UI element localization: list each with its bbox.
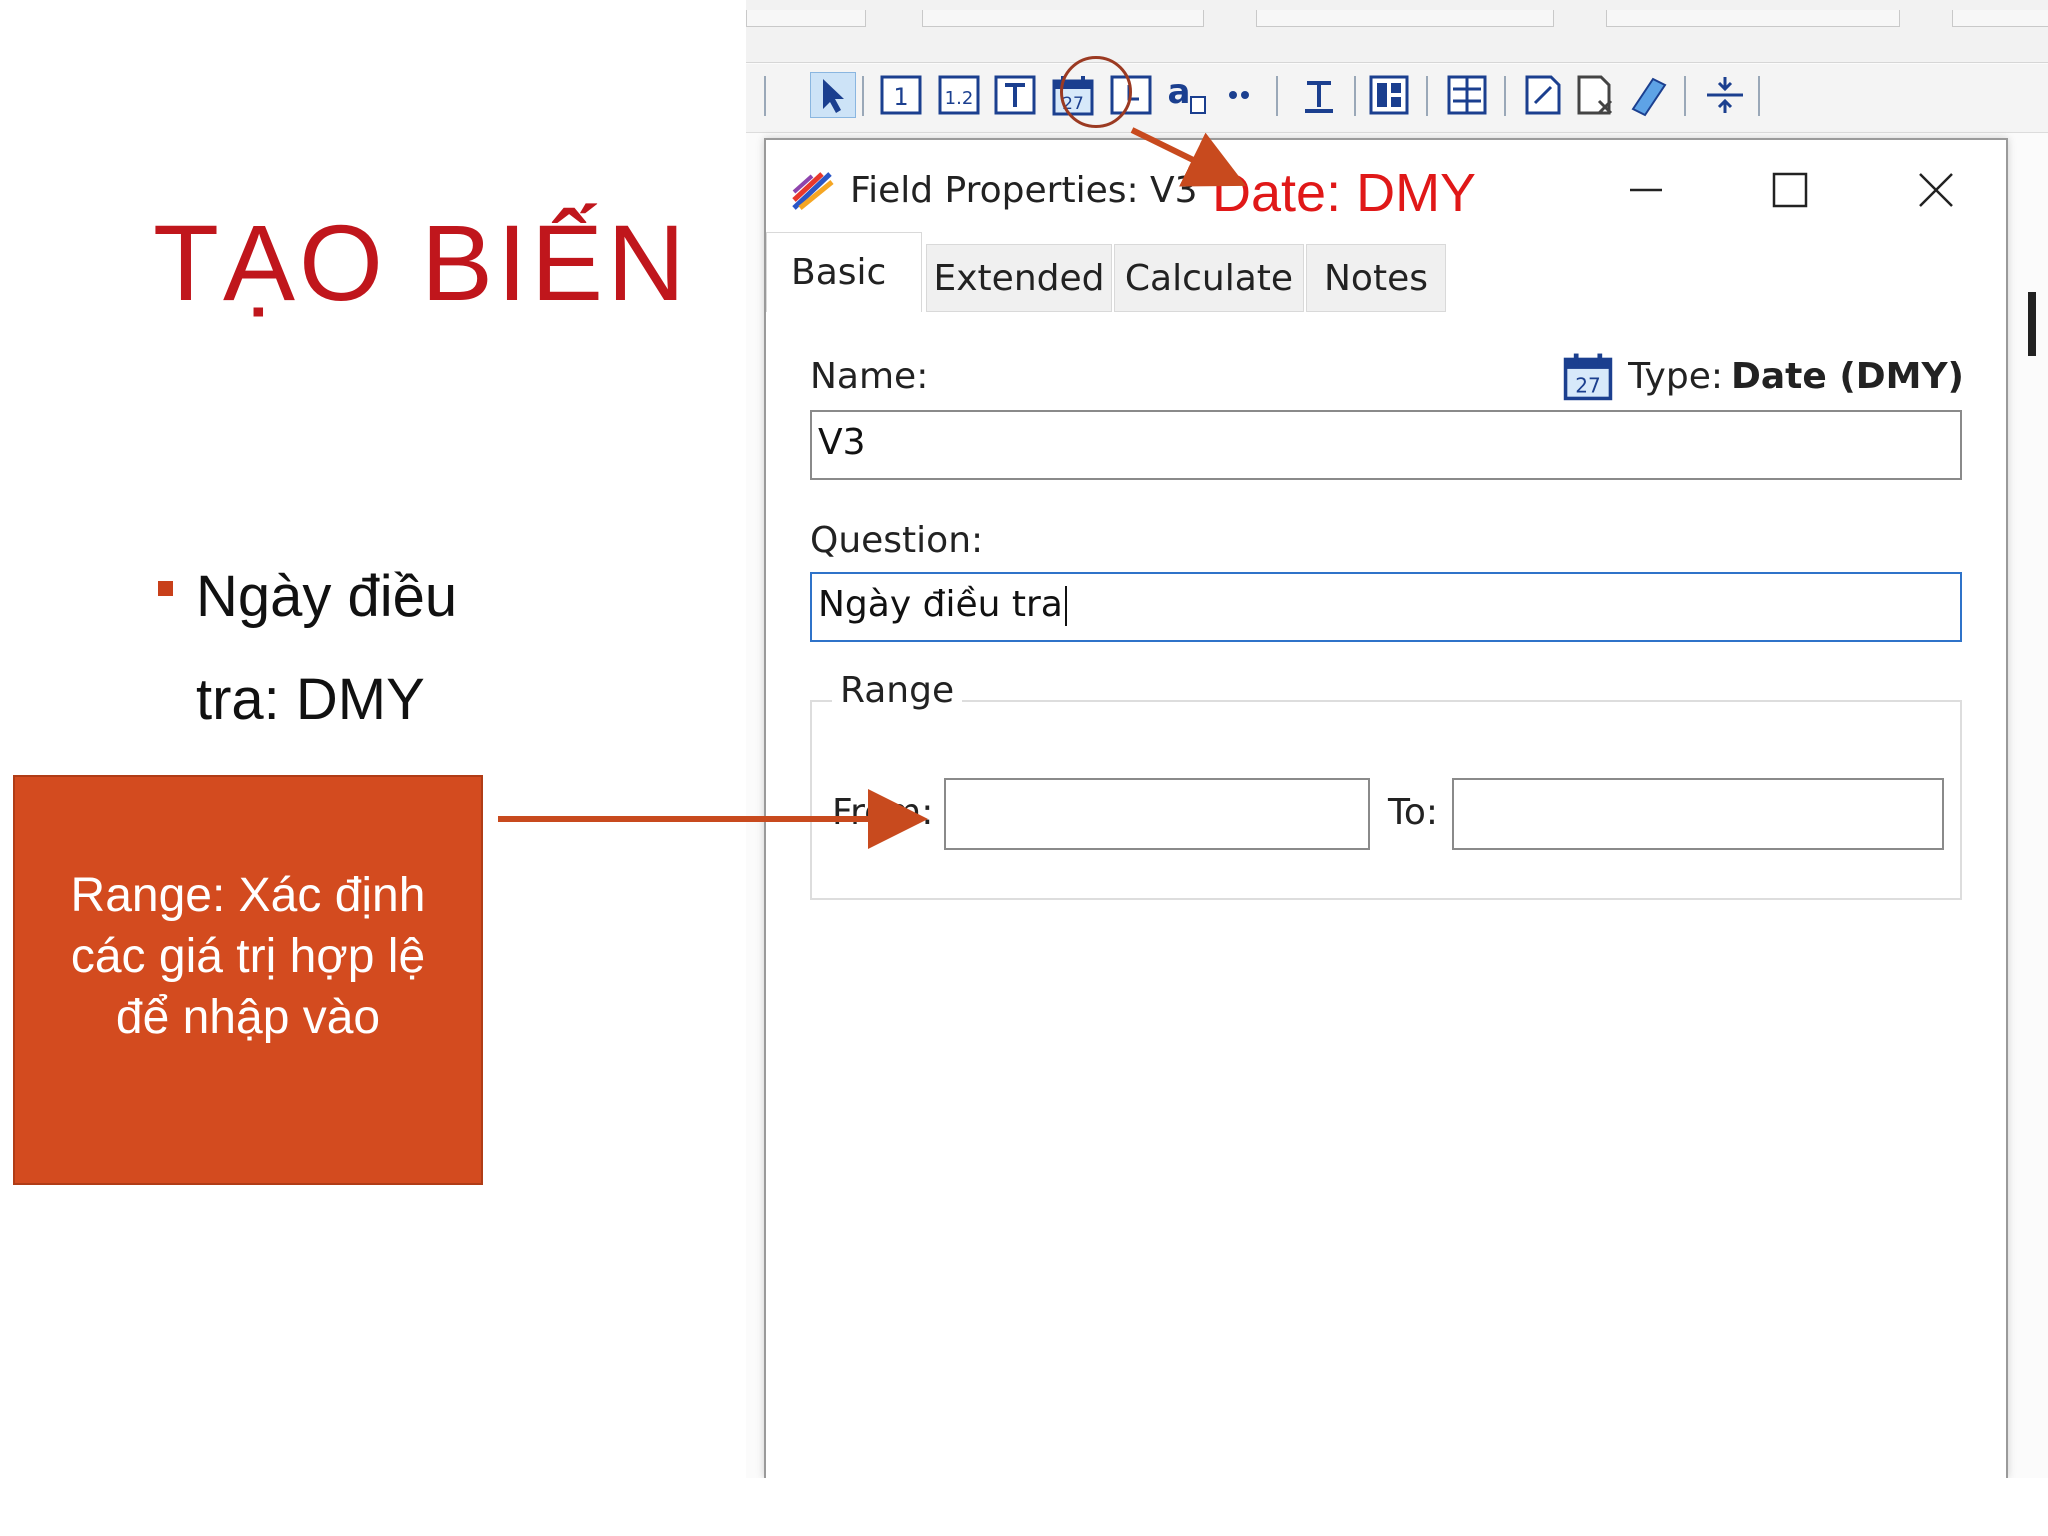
top-strip-tab[interactable]: [1952, 10, 2048, 27]
float-icon-text: 1.2: [945, 88, 974, 109]
tab-calculate[interactable]: Calculate: [1114, 244, 1304, 312]
toolbar-separator: [1426, 76, 1428, 116]
callout-line-3: để nhập vào: [115, 991, 381, 1044]
question-input-value: Ngày điều tra: [818, 584, 1063, 625]
delete-field-icon[interactable]: [1572, 72, 1618, 118]
toolbar-separator: [1276, 76, 1278, 116]
question-input[interactable]: Ngày điều tra: [810, 572, 1962, 642]
to-input[interactable]: [1452, 778, 1944, 850]
toolbar-separator: [862, 76, 864, 116]
range-label: Range: [832, 670, 963, 711]
callout-line-1: Range: Xác định: [70, 869, 426, 922]
tab-basic[interactable]: Basic: [766, 232, 922, 312]
dialog-title: Field Properties: V3: [850, 170, 1198, 211]
integer-field-icon[interactable]: 1: [878, 72, 924, 118]
bullet-marker-icon: [158, 581, 173, 596]
eraser-icon[interactable]: [1626, 72, 1672, 118]
tab-notes[interactable]: Notes: [1306, 244, 1446, 312]
app-logo-icon: [792, 172, 834, 210]
toolbar-separator: [1354, 76, 1356, 116]
date-icon-highlight-circle: [1060, 56, 1132, 128]
section-icon[interactable]: [1366, 72, 1412, 118]
top-strip-tab[interactable]: [1606, 10, 1900, 27]
toolbar-separator: [1504, 76, 1506, 116]
bullet-text: Ngày điều tra: DMY: [196, 564, 458, 732]
toolbar-separator: [764, 76, 766, 116]
field-properties-dialog: Field Properties: V3 Basic Extended Calc…: [764, 138, 2008, 1478]
date-type-icon-text: 27: [1575, 374, 1601, 398]
heading-icon[interactable]: [1296, 72, 1342, 118]
from-input[interactable]: [944, 778, 1370, 850]
minimize-icon[interactable]: [1616, 160, 1676, 220]
tab-extended[interactable]: Extended: [926, 244, 1112, 312]
name-label: Name:: [810, 356, 929, 397]
maximize-icon[interactable]: [1760, 160, 1820, 220]
top-strip-tab[interactable]: [922, 10, 1204, 27]
name-input-value: V3: [818, 422, 866, 463]
align-icon[interactable]: [1444, 72, 1490, 118]
range-group: Range From: To:: [810, 670, 1962, 900]
text-caret: [1064, 586, 1067, 626]
top-strip-tab[interactable]: [1256, 10, 1554, 27]
top-strip-tab[interactable]: [746, 10, 866, 27]
range-callout-box: Range: Xác định các giá trị hợp lệ để nh…: [13, 775, 483, 1185]
callout-line-2: các giá trị hợp lệ: [70, 930, 426, 983]
select-pointer-icon[interactable]: [810, 72, 856, 118]
spacing-icon[interactable]: [1702, 72, 1748, 118]
name-input[interactable]: V3: [810, 410, 1962, 480]
text-field-icon[interactable]: [992, 72, 1038, 118]
close-icon[interactable]: [1906, 160, 1966, 220]
toolbar-separator: [1758, 76, 1760, 116]
edit-field-icon[interactable]: [1520, 72, 1566, 118]
question-label: Question:: [810, 520, 984, 561]
integer-icon-text: 1: [893, 83, 908, 111]
from-label: From:: [832, 792, 934, 833]
type-value: Date (DMY): [1730, 355, 1964, 397]
date-type-icon: 27: [1563, 353, 1613, 401]
field-toolbar: 1 1.2 27 a: [746, 64, 2048, 133]
date-format-annotation: Date: DMY: [1212, 163, 1477, 223]
to-label: To:: [1388, 792, 1439, 833]
field-type-indicator: 27 Type: Date (DMY): [1562, 350, 1964, 402]
slide-title: TẠO BIẾN: [153, 202, 690, 323]
float-field-icon[interactable]: 1.2: [936, 72, 982, 118]
type-label: Type:: [1628, 355, 1723, 397]
auto-increment-icon[interactable]: a: [1164, 72, 1210, 118]
toolbar-separator: [1684, 76, 1686, 116]
svg-text:a: a: [1168, 73, 1191, 112]
dialog-tabs: Basic Extended Calculate Notes: [766, 232, 2006, 314]
window-top-strip: [746, 0, 2048, 63]
background-text-fragment: [2028, 292, 2036, 356]
more-icon[interactable]: [1216, 72, 1262, 118]
